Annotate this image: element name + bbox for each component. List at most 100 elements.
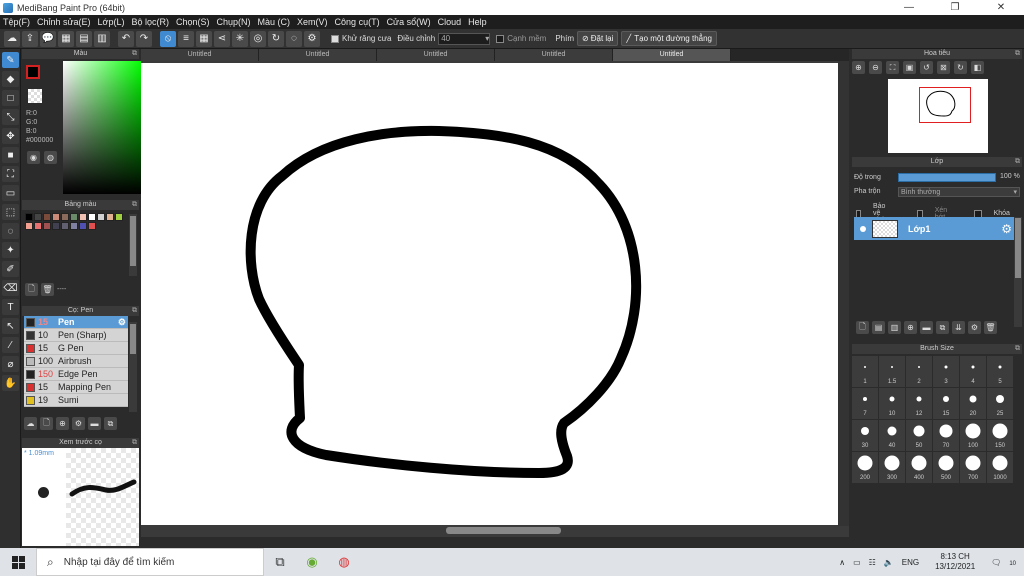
brush-size-cell[interactable]: 700 [960, 452, 986, 483]
palette-swatch[interactable] [34, 222, 42, 230]
zoom-in-icon[interactable]: ⊕ [852, 61, 865, 74]
brush-size-cell[interactable]: 200 [852, 452, 878, 483]
layer-scrollbar[interactable] [1014, 217, 1022, 327]
minimize-button[interactable]: — [886, 2, 932, 13]
task-view-icon[interactable]: ⧉ [264, 548, 296, 576]
lasso-tool-icon[interactable]: ◌ [2, 223, 19, 239]
layer-settings-icon[interactable]: ⚙ [968, 321, 981, 334]
pin-icon[interactable]: ⧉ [132, 438, 137, 448]
duplicate-layer-icon[interactable]: ⧉ [936, 321, 949, 334]
foreground-color-swatch[interactable] [26, 65, 40, 79]
brush-size-cell[interactable]: 12 [906, 388, 932, 419]
pin-icon[interactable]: ⧉ [132, 306, 137, 316]
fit-icon[interactable]: ⛶ [886, 61, 899, 74]
drawing-canvas[interactable] [141, 63, 838, 525]
menu-cloud[interactable]: Cloud [438, 17, 462, 27]
navigator-preview[interactable] [888, 79, 988, 153]
notification-icon[interactable]: 🗨 10 [991, 558, 1016, 567]
merge-layer-icon[interactable]: ⇊ [952, 321, 965, 334]
operation-tool-icon[interactable]: ↖ [2, 318, 19, 334]
pin-icon[interactable]: ⧉ [1015, 49, 1020, 59]
brush-size-cell[interactable]: 30 [852, 420, 878, 451]
brush-size-cell[interactable]: 300 [879, 452, 905, 483]
saturation-value-picker[interactable] [63, 61, 142, 194]
palette-swatch[interactable] [70, 213, 78, 221]
snap-curve-icon[interactable]: ↻ [268, 30, 284, 47]
start-button[interactable] [0, 548, 36, 576]
palette-swatch[interactable] [52, 213, 60, 221]
tab-untitled-4[interactable]: Untitled [495, 49, 613, 61]
new-layer-icon[interactable]: 🗋 [856, 321, 869, 334]
hand-tool-icon[interactable]: ✋ [2, 375, 19, 391]
snap-perspective-icon[interactable]: ⋖ [214, 30, 230, 47]
edge-option[interactable]: Cạnh mềm [496, 34, 546, 43]
menu-filter[interactable]: Bộ lọc(R) [131, 17, 169, 27]
delete-palette-icon[interactable]: 🗑 [41, 283, 54, 296]
gradient-tool-icon[interactable]: ▭ [2, 185, 19, 201]
opacity-slider[interactable] [898, 173, 996, 182]
snap-off-icon[interactable]: ⦸ [160, 30, 176, 47]
visibility-icon[interactable] [860, 225, 866, 232]
brush-item[interactable]: 15 Mapping Pen [24, 381, 128, 394]
brush-size-cell[interactable]: 20 [960, 388, 986, 419]
reset-button[interactable]: ⊘ Đặt lại [577, 31, 619, 46]
select-tool-icon[interactable]: ⬚ [2, 204, 19, 220]
brush-size-cell[interactable]: 2 [906, 356, 932, 387]
chrome-icon[interactable]: ◍ [328, 548, 360, 576]
brush-size-cell[interactable]: 400 [906, 452, 932, 483]
new-halftone-layer-icon[interactable]: ▤ [872, 321, 885, 334]
fill-rect-tool-icon[interactable]: ■ [2, 147, 19, 163]
canvas-vertical-scrollbar[interactable] [838, 61, 849, 526]
brush-folder-icon[interactable]: ▬ [88, 417, 101, 430]
grid-icon[interactable]: ▦ [58, 30, 74, 47]
new-brush-icon[interactable]: 🗋 [40, 417, 53, 430]
palette-swatch[interactable] [70, 222, 78, 230]
menu-view[interactable]: Xem(V) [297, 17, 328, 27]
brush-size-cell[interactable]: 100 [960, 420, 986, 451]
delete-layer-icon[interactable]: 🗑 [984, 321, 997, 334]
storyboard-icon[interactable]: ▤ [76, 30, 92, 47]
redo-icon[interactable]: ↷ [136, 30, 152, 47]
palette-swatch[interactable] [79, 213, 87, 221]
tab-untitled-5[interactable]: Untitled [613, 49, 731, 61]
brush-size-cell[interactable]: 40 [879, 420, 905, 451]
magic-wand-tool-icon[interactable]: ✦ [2, 242, 19, 258]
antialias-option[interactable]: Khử răng cưa [331, 34, 391, 43]
brush-size-cell[interactable]: 25 [987, 388, 1013, 419]
brush-size-cell[interactable]: 50 [906, 420, 932, 451]
battery-icon[interactable]: ▭ [853, 558, 861, 567]
layer-menu-icon[interactable]: ⊕ [904, 321, 917, 334]
brush-menu-icon[interactable]: ⊕ [56, 417, 69, 430]
palette-swatch[interactable] [88, 213, 96, 221]
comment-icon[interactable]: 💬 [40, 30, 56, 47]
brush-tool-icon[interactable]: ✎ [2, 52, 19, 68]
export-icon[interactable]: ⇪ [22, 30, 38, 47]
bucket-tool-icon[interactable]: ⛶ [2, 166, 19, 182]
brush-size-cell[interactable]: 15 [933, 388, 959, 419]
brush-size-cell[interactable]: 1000 [987, 452, 1013, 483]
pin-icon[interactable]: ⧉ [132, 200, 137, 210]
actual-size-icon[interactable]: ▣ [903, 61, 916, 74]
tab-untitled-2[interactable]: Untitled [259, 49, 377, 61]
palette-swatch[interactable] [115, 213, 123, 221]
brush-item[interactable]: 150 Edge Pen [24, 368, 128, 381]
navigator-viewport[interactable] [919, 87, 971, 123]
rotate-right-icon[interactable]: ↻ [954, 61, 967, 74]
new-8bit-layer-icon[interactable]: ▥ [888, 321, 901, 334]
palette-swatch[interactable] [79, 222, 87, 230]
brush-size-cell[interactable]: 150 [987, 420, 1013, 451]
move-tool-icon[interactable]: ✥ [2, 128, 19, 144]
zoom-out-icon[interactable]: ⊖ [869, 61, 882, 74]
snap-radial-icon[interactable]: ✳ [232, 30, 248, 47]
antialias-checkbox[interactable] [331, 34, 339, 43]
palette-scrollbar[interactable] [129, 214, 137, 276]
rotate-left-icon[interactable]: ↺ [920, 61, 933, 74]
eraser-tool-icon[interactable]: ◆ [2, 71, 19, 87]
pin-icon[interactable]: ⧉ [1015, 157, 1020, 167]
canvas-horizontal-scrollbar[interactable] [141, 526, 849, 535]
palette-scroll-thumb[interactable] [130, 216, 136, 266]
palette-swatch[interactable] [106, 213, 114, 221]
select-pen-tool-icon[interactable]: ✐ [2, 261, 19, 277]
brush-settings-icon[interactable]: ⚙ [72, 417, 85, 430]
volume-icon[interactable]: 🔈 [884, 558, 894, 567]
